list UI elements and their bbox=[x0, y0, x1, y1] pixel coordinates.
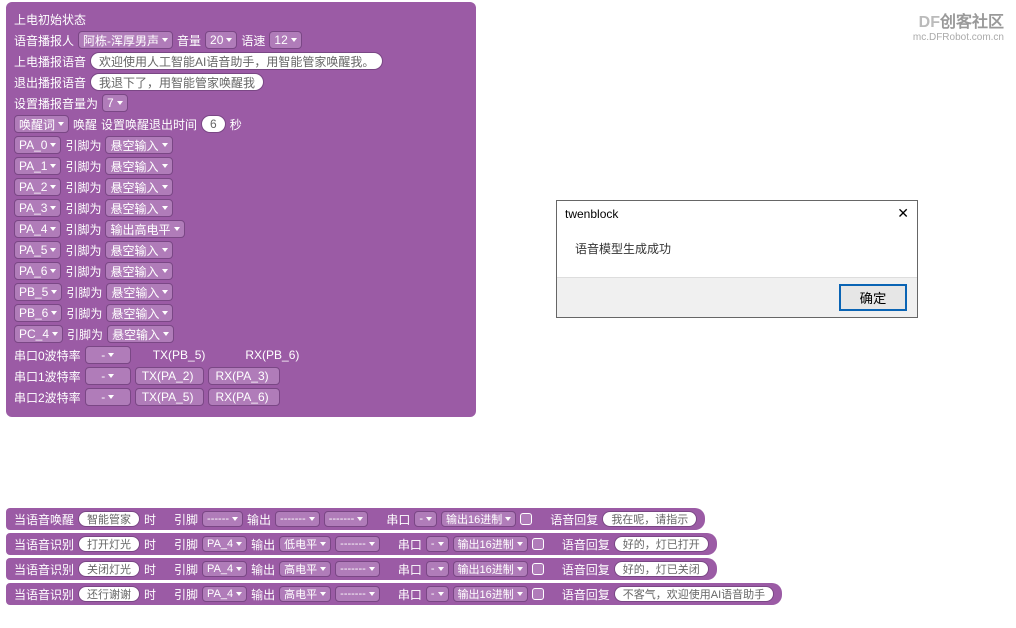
event-extra-dropdown[interactable]: ------- bbox=[335, 586, 380, 602]
wake-word-dropdown[interactable]: 唤醒词 bbox=[14, 115, 69, 133]
close-icon[interactable]: ✕ bbox=[897, 205, 909, 222]
reply-text-input[interactable]: 好的，灯已打开 bbox=[614, 536, 709, 552]
trigger-word-input[interactable]: 打开灯光 bbox=[78, 536, 140, 552]
wake-exit-time-input[interactable]: 6 bbox=[201, 115, 226, 133]
ok-button[interactable]: 确定 bbox=[839, 284, 907, 311]
pin-name-dropdown[interactable]: PB_5 bbox=[14, 283, 62, 301]
voice-person-dropdown[interactable]: 阿栋-浑厚男声 bbox=[78, 31, 173, 49]
exit-voice-input[interactable]: 我退下了，用智能管家唤醒我 bbox=[90, 73, 264, 91]
voice-event-block[interactable]: 当语音识别还行谢谢时引脚PA_4输出高电平-------串口-输出16进制语音回… bbox=[6, 583, 782, 605]
init-block-panel: 上电初始状态 语音播报人 阿栋-浑厚男声 音量 20 语速 12 上电播报语音 … bbox=[6, 2, 476, 417]
pin-mode-dropdown[interactable]: 悬空输入 bbox=[105, 136, 172, 154]
pin-name-dropdown[interactable]: PA_5 bbox=[14, 241, 61, 259]
event-serial-dropdown[interactable]: - bbox=[426, 561, 449, 577]
event-checkbox[interactable] bbox=[520, 513, 532, 525]
baud-dropdown[interactable]: - bbox=[85, 367, 131, 385]
voice-event-block[interactable]: 当语音唤醒智能管家时引脚------输出--------------串口-输出1… bbox=[6, 508, 705, 530]
event-hex-dropdown[interactable]: 输出16进制 bbox=[441, 511, 516, 527]
pin-name-dropdown[interactable]: PB_6 bbox=[14, 304, 62, 322]
event-pin-dropdown[interactable]: ------ bbox=[202, 511, 243, 527]
message-dialog: twenblock ✕ 语音模型生成成功 确定 bbox=[556, 200, 918, 318]
boot-voice-input[interactable]: 欢迎使用人工智能AI语音助手，用智能管家唤醒我。 bbox=[90, 52, 383, 70]
event-serial-dropdown[interactable]: - bbox=[414, 511, 437, 527]
pin-mode-dropdown[interactable]: 悬空输入 bbox=[106, 304, 173, 322]
pin-mode-dropdown[interactable]: 悬空输入 bbox=[107, 325, 174, 343]
event-checkbox[interactable] bbox=[532, 538, 544, 550]
reply-text-input[interactable]: 我在呢，请指示 bbox=[602, 511, 697, 527]
serial-tx-dropdown[interactable]: TX(PA_5) bbox=[135, 388, 205, 406]
pin-name-dropdown[interactable]: PC_4 bbox=[14, 325, 63, 343]
pin-name-dropdown[interactable]: PA_4 bbox=[14, 220, 61, 238]
event-checkbox[interactable] bbox=[532, 563, 544, 575]
pin-mode-dropdown[interactable]: 悬空输入 bbox=[105, 178, 172, 196]
speed-dropdown[interactable]: 12 bbox=[269, 31, 301, 49]
watermark: DF创客社区 mc.DFRobot.com.cn bbox=[913, 8, 1004, 43]
event-out-dropdown[interactable]: 高电平 bbox=[279, 586, 331, 602]
dialog-message: 语音模型生成成功 bbox=[557, 226, 917, 277]
event-serial-dropdown[interactable]: - bbox=[426, 586, 449, 602]
event-hex-dropdown[interactable]: 输出16进制 bbox=[453, 536, 528, 552]
pin-name-dropdown[interactable]: PA_2 bbox=[14, 178, 61, 196]
event-pin-dropdown[interactable]: PA_4 bbox=[202, 536, 247, 552]
event-out-dropdown[interactable]: 低电平 bbox=[279, 536, 331, 552]
event-serial-dropdown[interactable]: - bbox=[426, 536, 449, 552]
reply-text-input[interactable]: 好的，灯已关闭 bbox=[614, 561, 709, 577]
event-out-dropdown[interactable]: 高电平 bbox=[279, 561, 331, 577]
baud-dropdown[interactable]: - bbox=[85, 346, 131, 364]
reply-text-input[interactable]: 不客气，欢迎使用AI语音助手 bbox=[614, 586, 774, 602]
serial-rx-dropdown[interactable]: RX(PA_6) bbox=[208, 388, 279, 406]
event-extra-dropdown[interactable]: ------- bbox=[335, 561, 380, 577]
pin-mode-dropdown[interactable]: 输出高电平 bbox=[105, 220, 184, 238]
trigger-word-input[interactable]: 关闭灯光 bbox=[78, 561, 140, 577]
pin-mode-dropdown[interactable]: 悬空输入 bbox=[106, 283, 173, 301]
event-hex-dropdown[interactable]: 输出16进制 bbox=[453, 586, 528, 602]
trigger-word-input[interactable]: 智能管家 bbox=[78, 511, 140, 527]
pin-name-dropdown[interactable]: PA_6 bbox=[14, 262, 61, 280]
serial-rx-dropdown[interactable]: RX(PA_3) bbox=[208, 367, 279, 385]
dialog-title: twenblock bbox=[565, 207, 618, 221]
pin-mode-dropdown[interactable]: 悬空输入 bbox=[105, 199, 172, 217]
baud-dropdown[interactable]: - bbox=[85, 388, 131, 406]
voice-event-block[interactable]: 当语音识别关闭灯光时引脚PA_4输出高电平-------串口-输出16进制语音回… bbox=[6, 558, 717, 580]
panel-title: 上电初始状态 bbox=[14, 11, 86, 28]
pin-mode-dropdown[interactable]: 悬空输入 bbox=[105, 262, 172, 280]
event-out-dropdown[interactable]: ------- bbox=[275, 511, 320, 527]
voice-event-block[interactable]: 当语音识别打开灯光时引脚PA_4输出低电平-------串口-输出16进制语音回… bbox=[6, 533, 717, 555]
event-hex-dropdown[interactable]: 输出16进制 bbox=[453, 561, 528, 577]
event-pin-dropdown[interactable]: PA_4 bbox=[202, 586, 247, 602]
pin-name-dropdown[interactable]: PA_0 bbox=[14, 136, 61, 154]
pin-name-dropdown[interactable]: PA_1 bbox=[14, 157, 61, 175]
pin-mode-dropdown[interactable]: 悬空输入 bbox=[105, 241, 172, 259]
pin-name-dropdown[interactable]: PA_3 bbox=[14, 199, 61, 217]
event-extra-dropdown[interactable]: ------- bbox=[324, 511, 369, 527]
event-pin-dropdown[interactable]: PA_4 bbox=[202, 561, 247, 577]
trigger-word-input[interactable]: 还行谢谢 bbox=[78, 586, 140, 602]
event-extra-dropdown[interactable]: ------- bbox=[335, 536, 380, 552]
pin-mode-dropdown[interactable]: 悬空输入 bbox=[105, 157, 172, 175]
event-checkbox[interactable] bbox=[532, 588, 544, 600]
serial-tx-dropdown[interactable]: TX(PA_2) bbox=[135, 367, 205, 385]
volume-dropdown[interactable]: 20 bbox=[205, 31, 237, 49]
set-volume-dropdown[interactable]: 7 bbox=[102, 94, 128, 112]
